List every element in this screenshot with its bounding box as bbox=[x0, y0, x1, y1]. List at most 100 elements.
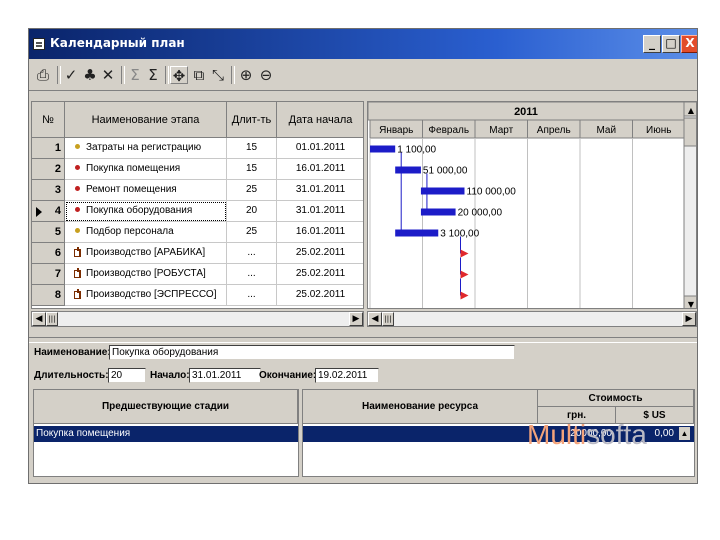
stage-status-icon bbox=[75, 228, 80, 234]
row-number[interactable]: 6 bbox=[32, 243, 65, 264]
gantt-month-label: Февраль bbox=[428, 125, 469, 136]
stage-name: Производство [ЭСПРЕССО] bbox=[86, 289, 217, 300]
stage-duration[interactable]: 20 bbox=[227, 201, 277, 222]
gantt-milestone-arrow[interactable] bbox=[460, 291, 469, 300]
scroll-up-icon: ▲ bbox=[688, 106, 695, 115]
scroll-right-button[interactable]: ▶ bbox=[349, 312, 363, 326]
stage-start-date[interactable]: 16.01.2011 bbox=[277, 222, 363, 243]
check-icon[interactable]: ✓ bbox=[62, 66, 80, 84]
column-header-num[interactable]: № bbox=[32, 102, 65, 138]
stage-name-field[interactable]: Покупка оборудования bbox=[109, 345, 515, 360]
table-row[interactable]: 1 Затраты на регистрацию 15 01.01.2011 bbox=[32, 138, 363, 159]
stage-start-date[interactable]: 01.01.2011 bbox=[277, 138, 363, 159]
sum-icon[interactable]: Σ bbox=[145, 66, 161, 84]
stage-start-date[interactable]: 25.02.2011 bbox=[277, 285, 363, 306]
unlink-icon[interactable]: ⤡ bbox=[209, 66, 227, 84]
scroll-thumb[interactable]: ||| bbox=[46, 312, 58, 326]
gantt-milestone-arrow[interactable] bbox=[460, 270, 469, 279]
stage-name-cell[interactable]: Покупка помещения bbox=[65, 159, 227, 180]
predecessors-header[interactable]: Предшествующие стадии bbox=[34, 390, 298, 424]
stage-name: Ремонт помещения bbox=[86, 184, 177, 195]
title-bar[interactable]: Календарный план _ □ X bbox=[29, 29, 697, 59]
zoom-out-icon[interactable]: ⊖ bbox=[257, 66, 275, 84]
toolbar: ⎙ ✓ ♣ ✕ Σ Σ ✥ ⧉ ⤡ ⊕ ⊖ bbox=[29, 60, 697, 91]
scroll-left-button[interactable]: ◀ bbox=[32, 312, 46, 326]
stage-name-cell[interactable]: Производство [АРАБИКА] bbox=[65, 243, 227, 264]
table-row[interactable]: 3 Ремонт помещения 25 31.01.2011 bbox=[32, 180, 363, 201]
row-number[interactable]: 3 bbox=[32, 180, 65, 201]
window-title: Календарный план bbox=[50, 36, 185, 50]
row-scroll-arrow[interactable]: ▲ bbox=[679, 427, 690, 440]
sum-up-icon[interactable]: Σ bbox=[127, 66, 143, 84]
table-row[interactable]: 2 Покупка помещения 15 16.01.2011 bbox=[32, 159, 363, 180]
production-icon bbox=[74, 289, 83, 300]
predecessors-table: Предшествующие стадии Покупка помещения bbox=[33, 389, 299, 477]
column-header-name[interactable]: Наименование этапа bbox=[65, 102, 227, 138]
table-row[interactable]: 4 Покупка оборудования 20 31.01.2011 bbox=[32, 201, 363, 222]
zoom-in-icon[interactable]: ⊕ bbox=[237, 66, 255, 84]
stage-duration[interactable]: 15 bbox=[227, 138, 277, 159]
gantt-task-bar[interactable] bbox=[420, 208, 456, 216]
row-number[interactable]: 8 bbox=[32, 285, 65, 306]
stage-duration[interactable]: ... bbox=[227, 243, 277, 264]
duration-field[interactable]: 20 bbox=[108, 368, 146, 383]
row-number[interactable]: 2 bbox=[32, 159, 65, 180]
stage-duration[interactable]: 15 bbox=[227, 159, 277, 180]
close-button[interactable]: X bbox=[681, 35, 697, 53]
table-row[interactable]: 7 Производство [РОБУСТА]... 25.02.2011 bbox=[32, 264, 363, 285]
scroll-right-button[interactable]: ▶ bbox=[682, 312, 696, 326]
link-icon[interactable]: ⧉ bbox=[190, 66, 208, 84]
stage-start-date[interactable]: 25.02.2011 bbox=[277, 264, 363, 285]
stage-start-date[interactable]: 31.01.2011 bbox=[277, 201, 363, 222]
gantt-task-bar[interactable] bbox=[420, 187, 465, 195]
maximize-button[interactable]: □ bbox=[662, 35, 680, 53]
gantt-milestone-arrow[interactable] bbox=[460, 249, 469, 258]
gantt-month-label: Март bbox=[489, 125, 513, 136]
row-number[interactable]: 1 bbox=[32, 138, 65, 159]
gantt-task-bar[interactable] bbox=[395, 229, 439, 237]
table-row[interactable]: 5 Подбор персонала 25 16.01.2011 bbox=[32, 222, 363, 243]
stage-name-cell[interactable]: Покупка оборудования bbox=[65, 201, 227, 222]
end-date-field[interactable]: 19.02.2011 bbox=[315, 368, 379, 383]
column-header-start[interactable]: Дата начала bbox=[277, 102, 363, 138]
column-header-duration[interactable]: Длит-ть bbox=[227, 102, 277, 138]
table-row[interactable]: 6 Производство [АРАБИКА]... 25.02.2011 bbox=[32, 243, 363, 264]
stage-name-cell[interactable]: Ремонт помещения bbox=[65, 180, 227, 201]
stage-name-cell[interactable]: Подбор персонала bbox=[65, 222, 227, 243]
stage-name-cell[interactable]: Производство [РОБУСТА] bbox=[65, 264, 227, 285]
gantt-hscrollbar[interactable]: ◀ ||| ▶ bbox=[367, 311, 697, 327]
resource-name-header[interactable]: Наименование ресурса bbox=[303, 390, 538, 424]
scroll-left-button[interactable]: ◀ bbox=[368, 312, 382, 326]
gantt-task-bar[interactable] bbox=[395, 166, 421, 174]
toolbar-separator bbox=[231, 66, 235, 84]
minimize-button[interactable]: _ bbox=[643, 35, 661, 53]
stage-duration[interactable]: ... bbox=[227, 285, 277, 306]
logo-softa: softa bbox=[586, 419, 647, 450]
scroll-thumb[interactable] bbox=[683, 117, 697, 147]
stage-duration[interactable]: ... bbox=[227, 264, 277, 285]
stage-name-cell[interactable]: Производство [ЭСПРЕССО] bbox=[65, 285, 227, 306]
gantt-task-bar[interactable] bbox=[370, 145, 396, 153]
current-row-arrow-icon bbox=[36, 207, 42, 217]
panel-splitter[interactable] bbox=[29, 337, 697, 343]
stage-start-date[interactable]: 25.02.2011 bbox=[277, 243, 363, 264]
row-number[interactable]: 7 bbox=[32, 264, 65, 285]
stage-start-date[interactable]: 31.01.2011 bbox=[277, 180, 363, 201]
scroll-thumb[interactable]: ||| bbox=[382, 312, 394, 326]
build-icon[interactable]: ♣ bbox=[81, 66, 99, 84]
table-row[interactable]: 8 Производство [ЭСПРЕССО]... 25.02.2011 bbox=[32, 285, 363, 306]
stage-name-cell[interactable]: Затраты на регистрацию bbox=[65, 138, 227, 159]
row-number[interactable]: 4 bbox=[32, 201, 65, 222]
open-icon[interactable]: ⎙ bbox=[33, 66, 53, 84]
gantt-task-cost: 20 000,00 bbox=[458, 208, 503, 219]
move-icon[interactable]: ✥ bbox=[170, 66, 188, 85]
stages-hscrollbar[interactable]: ◀ ||| ▶ bbox=[31, 311, 364, 327]
end-label: Окончание: bbox=[259, 370, 317, 381]
stage-start-date[interactable]: 16.01.2011 bbox=[277, 159, 363, 180]
stage-duration[interactable]: 25 bbox=[227, 180, 277, 201]
start-date-field[interactable]: 31.01.2011 bbox=[189, 368, 261, 383]
predecessor-row[interactable]: Покупка помещения bbox=[34, 426, 298, 442]
delete-icon[interactable]: ✕ bbox=[99, 66, 117, 84]
stage-duration[interactable]: 25 bbox=[227, 222, 277, 243]
row-number[interactable]: 5 bbox=[32, 222, 65, 243]
